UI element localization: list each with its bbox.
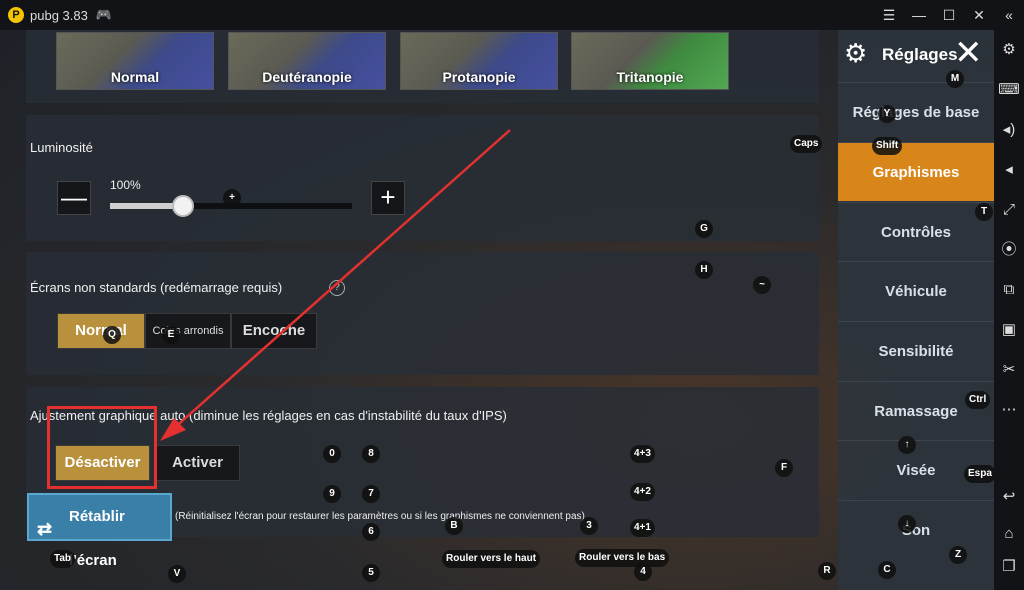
nav-item-graphics[interactable]: Graphismes: [838, 142, 994, 201]
record-icon[interactable]: ⦿: [994, 238, 1024, 262]
key-badge[interactable]: 7: [362, 485, 380, 503]
keyboard-icon[interactable]: ⌨: [994, 78, 1024, 102]
nav-item-controls[interactable]: Contrôles: [838, 202, 994, 261]
nav-item-sound[interactable]: Son: [838, 500, 994, 559]
key-badge[interactable]: Q: [103, 326, 121, 344]
color-mode-deuteranopia[interactable]: Deutéranopie: [228, 32, 386, 90]
key-badge[interactable]: 3: [580, 517, 598, 535]
key-badge[interactable]: C: [878, 561, 896, 579]
key-badge[interactable]: 4+2: [630, 483, 655, 501]
brightness-decrease-button[interactable]: —: [57, 181, 91, 215]
color-mode-protanopia[interactable]: Protanopie: [400, 32, 558, 90]
brightness-slider-thumb[interactable]: [171, 195, 194, 217]
gear-icon: ⚙: [844, 38, 868, 68]
reset-screen-button[interactable]: ⇄ Rétablir l'écran: [27, 493, 172, 569]
key-badge[interactable]: R: [818, 562, 836, 580]
key-badge[interactable]: Espa: [964, 465, 996, 483]
gamepad-icon[interactable]: 🎮: [96, 7, 112, 23]
screen-option-notch[interactable]: Encoche: [231, 313, 317, 349]
window-title: pubg 3.83: [30, 7, 88, 23]
key-badge[interactable]: ~: [753, 276, 771, 294]
nav-item-vehicle[interactable]: Véhicule: [838, 261, 994, 320]
home-icon[interactable]: ⌂: [994, 522, 1024, 546]
minimize-icon[interactable]: —: [904, 7, 934, 23]
key-badge[interactable]: V: [168, 565, 186, 583]
key-badge[interactable]: T: [975, 203, 993, 221]
multi-instance-icon[interactable]: ⧉: [994, 278, 1024, 302]
color-mode-tritanopia[interactable]: Tritanopie: [571, 32, 729, 90]
key-badge[interactable]: 6: [362, 523, 380, 541]
key-badge[interactable]: 4+3: [630, 445, 655, 463]
collapse-sidebar-icon[interactable]: «: [994, 7, 1024, 23]
brightness-title: Luminosité: [30, 140, 93, 155]
key-badge[interactable]: 0: [323, 445, 341, 463]
key-badge[interactable]: F: [775, 459, 793, 477]
reset-icon: ⇄: [37, 519, 53, 539]
back-icon[interactable]: ↩: [994, 485, 1024, 509]
key-badge[interactable]: Shift: [872, 137, 903, 155]
screen-option-normal[interactable]: Normal: [57, 313, 145, 349]
close-window-icon[interactable]: ✕: [964, 7, 994, 24]
key-badge[interactable]: 8: [362, 445, 380, 463]
key-badge[interactable]: M: [946, 70, 964, 88]
more-icon[interactable]: ⋯: [994, 398, 1024, 422]
volume-up-icon[interactable]: ◂): [994, 118, 1024, 142]
reset-screen-hint: (Réinitialisez l'écran pour restaurer le…: [175, 511, 585, 522]
volume-down-icon[interactable]: ◂: [994, 158, 1024, 182]
color-mode-label: Deutéranopie: [262, 69, 352, 85]
reset-screen-label: Rétablir l'écran: [69, 508, 125, 569]
color-mode-label: Protanopie: [442, 69, 516, 85]
scissors-icon[interactable]: ✂: [994, 358, 1024, 382]
key-badge[interactable]: 4: [634, 563, 652, 581]
title-bar: P pubg 3.83 🎮 ☰ — ☐ ✕ «: [0, 0, 1024, 30]
screens-title: Écrans non standards (redémarrage requis…: [30, 280, 283, 295]
key-badge[interactable]: B: [445, 517, 463, 535]
key-badge[interactable]: Rouler vers le bas: [575, 549, 670, 567]
key-badge[interactable]: +: [223, 189, 241, 207]
nav-item-pickup[interactable]: Ramassage: [838, 381, 994, 440]
key-badge[interactable]: Rouler vers le haut: [442, 550, 541, 568]
brightness-value: 100%: [110, 178, 141, 192]
key-badge[interactable]: 4+1: [630, 519, 655, 537]
emulator-toolbar: ⚙ ⌨ ◂) ◂ ⤢ ⦿ ⧉ ▣ ✂ ⋯ ↩ ⌂ ❐: [994, 30, 1024, 590]
settings-nav: ⚙ Réglages ✕ Réglages de base Graphismes…: [838, 30, 994, 590]
color-mode-label: Tritanopie: [616, 69, 684, 85]
brightness-increase-button[interactable]: +: [371, 181, 405, 215]
maximize-icon[interactable]: ☐: [934, 7, 964, 24]
menu-icon[interactable]: ☰: [874, 7, 904, 24]
key-badge[interactable]: Ctrl: [965, 391, 991, 409]
nav-item-sensitivity[interactable]: Sensibilité: [838, 321, 994, 380]
fullscreen-icon[interactable]: ⤢: [994, 198, 1024, 222]
help-icon[interactable]: ?: [329, 280, 345, 296]
settings-header: ⚙ Réglages ✕: [838, 30, 994, 80]
auto-adjust-on-button[interactable]: Activer: [155, 445, 240, 481]
annotation-highlight-box: [47, 406, 157, 489]
key-badge[interactable]: Caps: [790, 135, 823, 153]
recent-apps-icon[interactable]: ❐: [994, 555, 1024, 579]
key-badge[interactable]: Y: [878, 105, 896, 123]
app-logo-icon: P: [8, 7, 24, 23]
settings-title: Réglages: [882, 45, 958, 64]
key-badge[interactable]: Z: [949, 546, 967, 564]
key-badge[interactable]: ↓: [898, 515, 916, 533]
key-badge[interactable]: 9: [323, 485, 341, 503]
color-mode-label: Normal: [110, 69, 160, 85]
key-badge[interactable]: H: [695, 261, 713, 279]
nav-item-basic[interactable]: Réglages de base: [838, 82, 994, 141]
close-settings-icon[interactable]: ✕: [954, 36, 983, 70]
key-badge[interactable]: G: [695, 220, 713, 238]
apk-icon[interactable]: ▣: [994, 318, 1024, 342]
key-badge[interactable]: 5: [362, 564, 380, 582]
screen-option-rounded[interactable]: Coins arrondis: [145, 313, 231, 349]
key-badge[interactable]: E: [162, 326, 180, 344]
color-mode-normal[interactable]: Normal: [56, 32, 214, 90]
key-badge[interactable]: Tab: [50, 550, 76, 568]
key-badge[interactable]: ↑: [898, 436, 916, 454]
settings-gear-icon[interactable]: ⚙: [994, 38, 1024, 62]
